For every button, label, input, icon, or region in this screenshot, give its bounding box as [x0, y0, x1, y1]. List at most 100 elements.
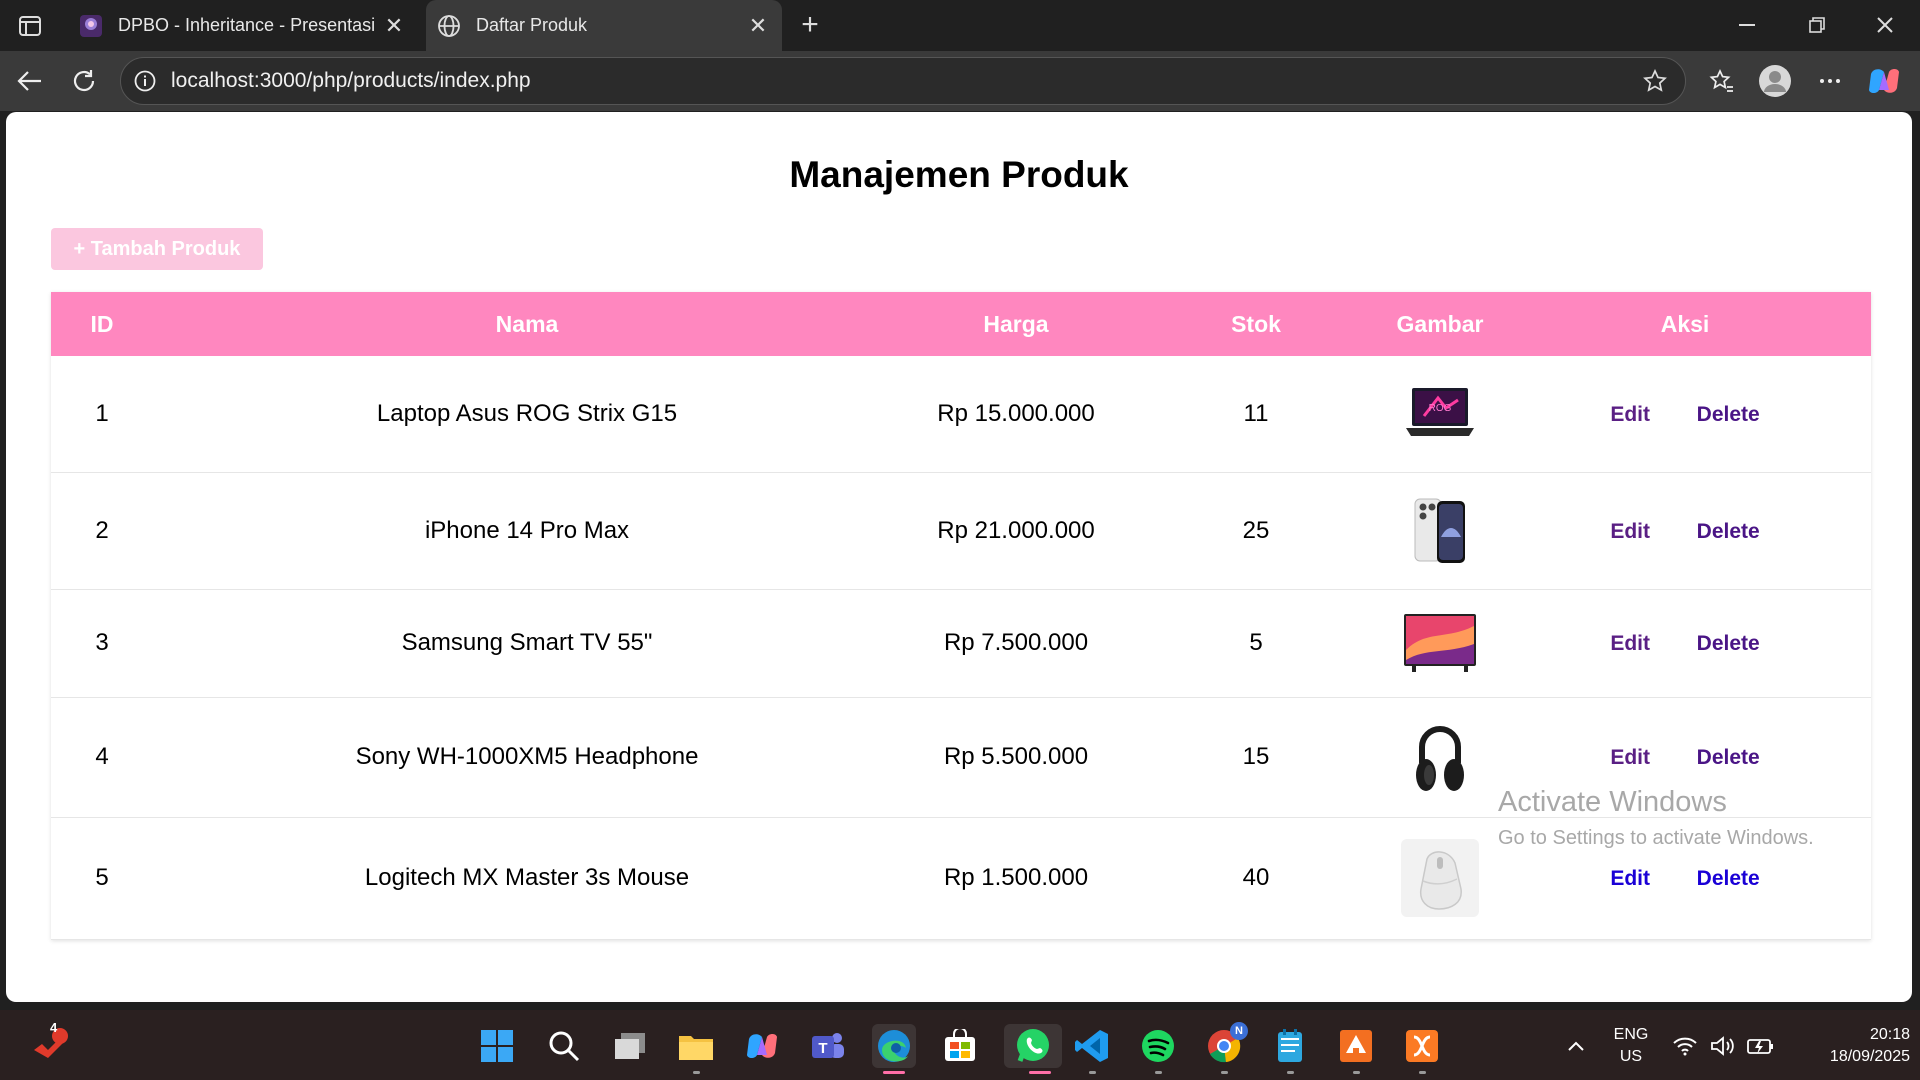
edge-icon[interactable] — [872, 1024, 916, 1074]
favorite-star-icon[interactable] — [1639, 65, 1671, 97]
tab-title: DPBO - Inheritance - Presentasi — [118, 15, 376, 35]
presentation-favicon-icon — [78, 13, 104, 39]
copilot-taskbar-icon[interactable] — [740, 1024, 784, 1068]
site-info-icon[interactable] — [133, 69, 157, 93]
product-actions: Edit Delete — [1499, 589, 1871, 698]
start-windows-icon[interactable] — [475, 1024, 519, 1068]
product-id: 3 — [51, 589, 153, 698]
store-icon[interactable] — [938, 1024, 982, 1068]
product-id: 4 — [51, 697, 153, 818]
close-tab-icon[interactable]: ✕ — [744, 12, 772, 40]
refresh-icon[interactable] — [66, 63, 102, 99]
product-image-cell — [1381, 697, 1499, 818]
running-indicator — [1353, 1071, 1360, 1074]
product-name: Laptop Asus ROG Strix G15 — [153, 356, 901, 473]
task-view-icon[interactable] — [608, 1024, 652, 1068]
product-price: Rp 1.500.000 — [901, 817, 1131, 940]
product-id: 5 — [51, 817, 153, 940]
restore-icon[interactable] — [1792, 6, 1842, 44]
delete-link[interactable]: Delete — [1697, 746, 1760, 770]
more-options-icon[interactable] — [1812, 63, 1848, 99]
active-indicator — [883, 1071, 905, 1074]
edit-link[interactable]: Edit — [1610, 520, 1650, 544]
notification-app-icon[interactable]: 4 — [28, 1020, 72, 1068]
new-tab-plus-icon[interactable]: + — [795, 10, 825, 40]
whatsapp-icon[interactable] — [1004, 1024, 1062, 1074]
edit-link[interactable]: Edit — [1610, 632, 1650, 656]
laptop-icon: ROG — [1401, 375, 1479, 453]
running-indicator — [1029, 1071, 1051, 1074]
add-product-button[interactable]: + Tambah Produk — [51, 228, 263, 270]
svg-text:T: T — [818, 1040, 827, 1057]
favorites-icon[interactable] — [1704, 63, 1740, 99]
edit-link[interactable]: Edit — [1610, 403, 1650, 427]
svg-text:ROG: ROG — [1429, 403, 1452, 414]
vscode-icon[interactable] — [1070, 1024, 1114, 1074]
table-header-row: ID Nama Harga Stok Gambar Aksi — [51, 292, 1871, 356]
headphone-icon — [1401, 718, 1479, 796]
product-price: Rp 7.500.000 — [901, 589, 1131, 698]
product-stock: 5 — [1131, 589, 1381, 698]
table-row: 3 Samsung Smart TV 55" Rp 7.500.000 5 Ed… — [51, 589, 1871, 698]
product-stock: 15 — [1131, 697, 1381, 818]
edit-link[interactable]: Edit — [1610, 746, 1650, 770]
address-bar[interactable]: localhost:3000/php/products/index.php — [120, 57, 1686, 105]
chrome-icon[interactable]: N — [1202, 1022, 1248, 1074]
column-header-harga: Harga — [901, 292, 1131, 356]
back-arrow-icon[interactable] — [12, 63, 48, 99]
tab-presentation[interactable]: DPBO - Inheritance - Presentasi ✕ — [68, 0, 418, 51]
product-price: Rp 5.500.000 — [901, 697, 1131, 818]
notification-badge: 4 — [50, 1020, 58, 1035]
column-header-aksi: Aksi — [1499, 292, 1871, 356]
table-row: 5 Logitech MX Master 3s Mouse Rp 1.500.0… — [51, 817, 1871, 940]
running-indicator — [1287, 1071, 1294, 1074]
delete-link[interactable]: Delete — [1697, 520, 1760, 544]
app-orange-icon[interactable] — [1334, 1024, 1378, 1074]
column-header-stok: Stok — [1131, 292, 1381, 356]
globe-icon — [436, 13, 462, 39]
product-name: Samsung Smart TV 55" — [153, 589, 901, 698]
phone-icon — [1401, 492, 1479, 570]
product-name: iPhone 14 Pro Max — [153, 472, 901, 590]
sidebar-toggle-icon[interactable] — [16, 12, 44, 40]
page-viewport: Manajemen Produk + Tambah Produk ID Nama… — [6, 112, 1912, 1002]
edit-link[interactable]: Edit — [1610, 867, 1650, 891]
wifi-icon[interactable] — [1667, 1024, 1703, 1068]
product-stock: 25 — [1131, 472, 1381, 590]
delete-link[interactable]: Delete — [1697, 632, 1760, 656]
browser-titlebar: DPBO - Inheritance - Presentasi ✕ Daftar… — [0, 0, 1920, 51]
product-actions: Edit Delete — [1499, 697, 1871, 818]
profile-avatar[interactable] — [1757, 63, 1793, 99]
product-image-cell — [1381, 817, 1499, 940]
language-indicator[interactable]: ENG US — [1603, 1024, 1659, 1068]
copilot-icon[interactable] — [1866, 63, 1902, 99]
xampp-icon[interactable] — [1400, 1024, 1444, 1074]
mouse-icon — [1401, 839, 1479, 917]
url-text: localhost:3000/php/products/index.php — [171, 69, 531, 92]
close-window-icon[interactable] — [1860, 6, 1910, 44]
table-row: 1 Laptop Asus ROG Strix G15 Rp 15.000.00… — [51, 356, 1871, 473]
file-explorer-icon[interactable] — [674, 1024, 718, 1074]
spotify-icon[interactable] — [1136, 1024, 1180, 1074]
volume-icon[interactable] — [1705, 1024, 1741, 1068]
delete-link[interactable]: Delete — [1697, 403, 1760, 427]
minimize-icon[interactable] — [1722, 6, 1772, 44]
product-price: Rp 15.000.000 — [901, 356, 1131, 473]
chevron-up-icon[interactable] — [1554, 1024, 1598, 1068]
product-actions: Edit Delete — [1499, 472, 1871, 590]
product-actions: Edit Delete — [1499, 356, 1871, 473]
close-tab-icon[interactable]: ✕ — [380, 12, 408, 40]
product-stock: 11 — [1131, 356, 1381, 473]
table-row: 2 iPhone 14 Pro Max Rp 21.000.000 25 Edi… — [51, 472, 1871, 590]
product-id: 1 — [51, 356, 153, 473]
notepad-icon[interactable] — [1268, 1024, 1312, 1074]
region-code: US — [1619, 1048, 1643, 1065]
delete-link[interactable]: Delete — [1697, 867, 1760, 891]
tab-daftar-produk[interactable]: Daftar Produk ✕ — [426, 0, 782, 51]
battery-icon[interactable] — [1743, 1024, 1779, 1068]
running-indicator — [1155, 1071, 1162, 1074]
clock[interactable]: 20:18 18/09/2025 — [1790, 1024, 1910, 1068]
running-indicator — [1419, 1071, 1426, 1074]
teams-icon[interactable]: T — [806, 1024, 850, 1068]
search-icon[interactable] — [542, 1024, 586, 1068]
